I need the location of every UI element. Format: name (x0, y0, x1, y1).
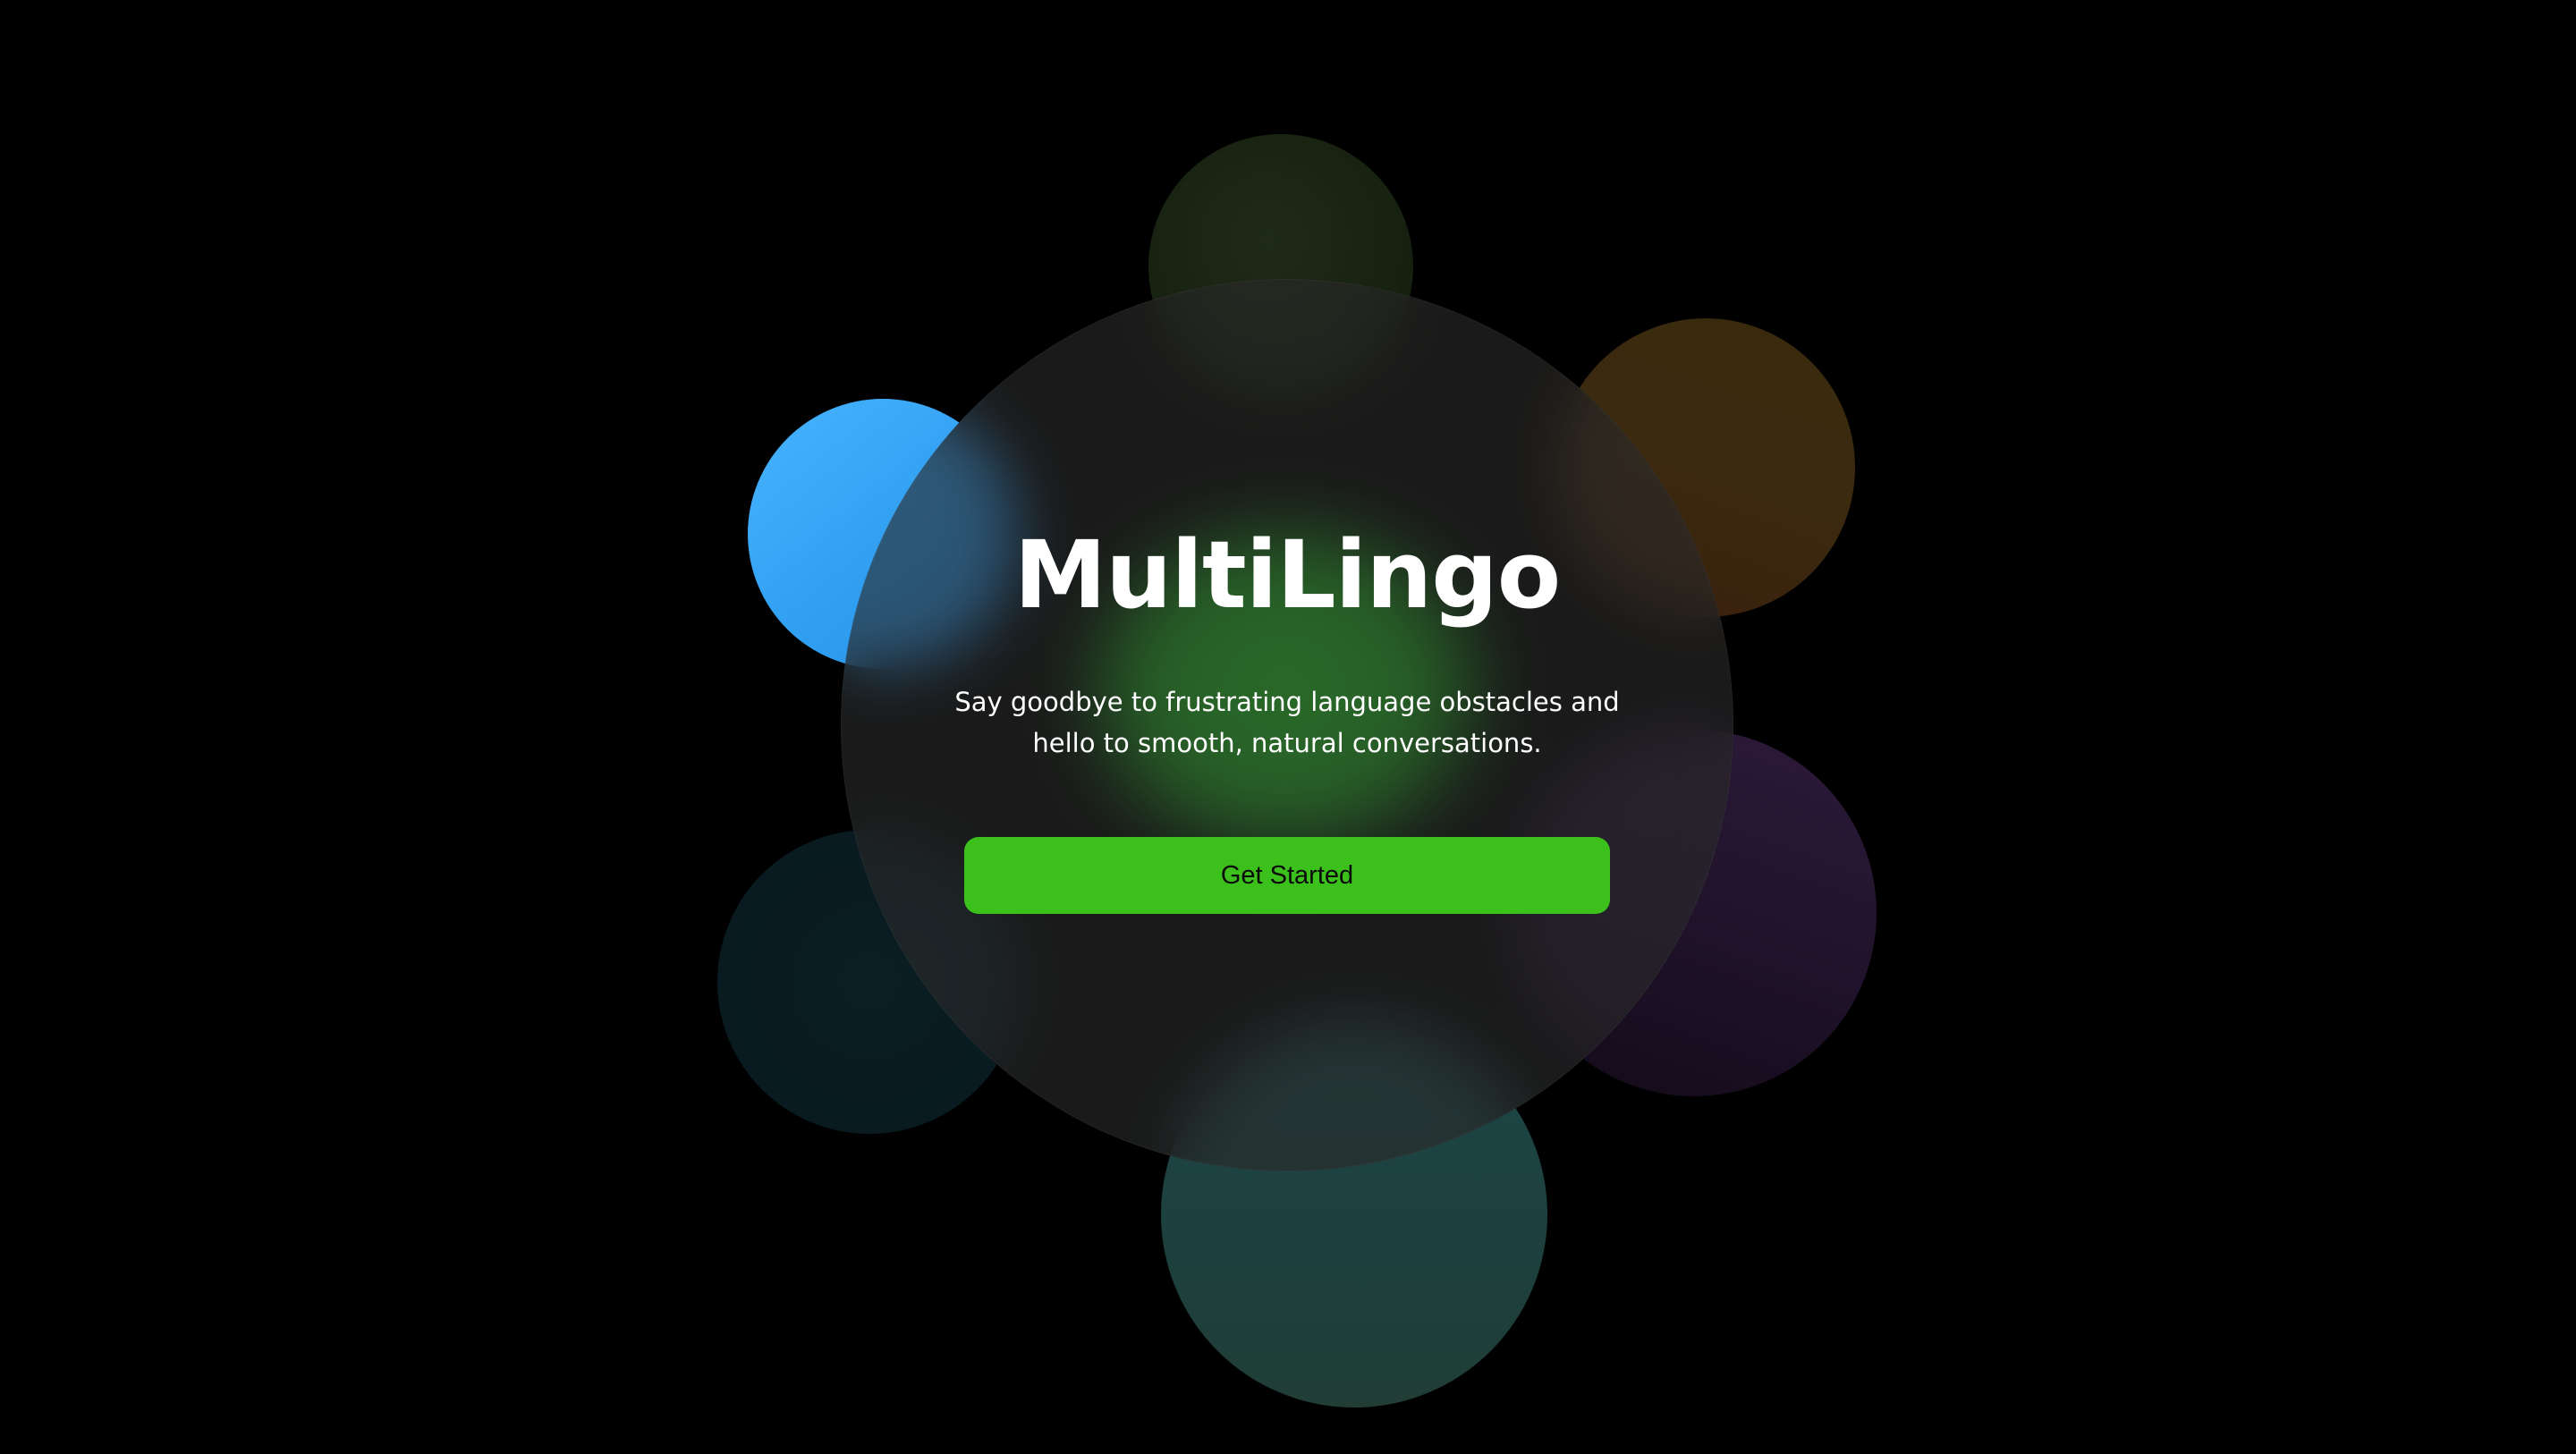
hero-content: MultiLingo Say goodbye to frustrating la… (841, 279, 1733, 1171)
landing-page: MultiLingo Say goodbye to frustrating la… (0, 0, 2576, 1454)
get-started-button[interactable]: Get Started (964, 837, 1610, 914)
hero-tagline: Say goodbye to frustrating language obst… (954, 687, 1620, 758)
app-logo: MultiLingo (1013, 520, 1561, 630)
